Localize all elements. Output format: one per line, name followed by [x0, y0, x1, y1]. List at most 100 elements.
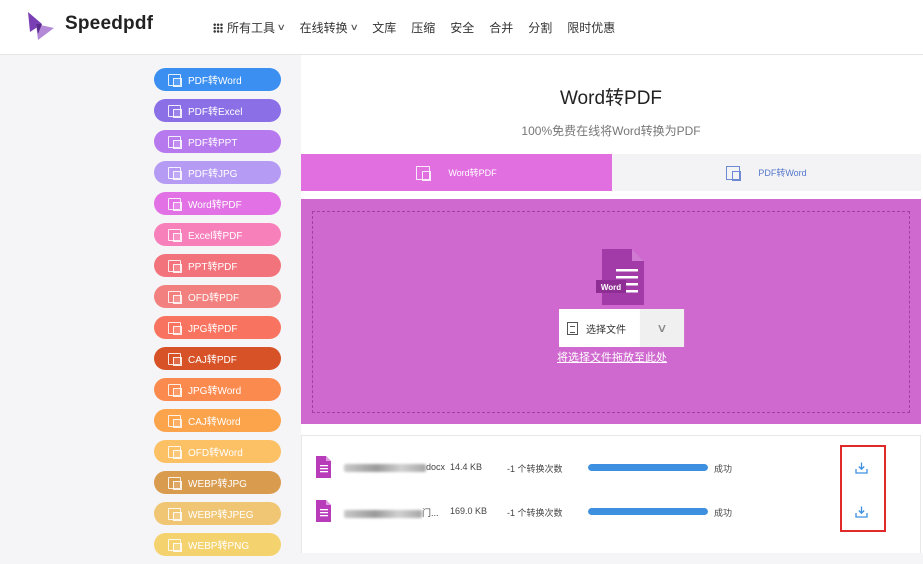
sidebar-item-label: JPG转Word: [188, 386, 242, 397]
brand-name[interactable]: Speedpdf: [65, 13, 153, 35]
top-header: Speedpdf 所有工具 ∨ 在线转换 ∨ 文库 压缩 安全 合并 分割 限时…: [0, 0, 923, 55]
tool-sidebar: PDF转Word PDF转Excel PDF转PPT PDF转JPG Word转PDF E…: [154, 68, 281, 564]
sidebar-item-pdf-excel[interactable]: PDF转Excel: [154, 99, 281, 122]
file-row: docx 14.4 KB -1 个转换次数 成功: [302, 454, 922, 484]
sidebar-item-label: PDF转Word: [188, 76, 242, 87]
tab-word-to-pdf[interactable]: Word转PDF: [301, 154, 612, 191]
nav-compress[interactable]: 压缩: [411, 19, 435, 36]
nav-label: 压缩: [411, 21, 436, 35]
convert-icon: [168, 352, 182, 366]
tab-label: Word转PDF: [448, 168, 497, 178]
tab-label: PDF转Word: [758, 168, 807, 178]
nav-limited-offer[interactable]: 限时优惠: [567, 19, 615, 36]
convert-icon: [726, 165, 742, 181]
page-title: Word转PDF: [559, 88, 663, 109]
upload-dropzone[interactable]: Word 选择文件 ∨ 将选择文件拖放至此处: [301, 199, 921, 424]
progress-bar: [588, 508, 708, 515]
word-icon-label: Word: [601, 283, 621, 292]
convert-icon: [416, 165, 432, 181]
sidebar-item-pdf-word[interactable]: PDF转Word: [154, 68, 281, 91]
progress-fill: [588, 508, 708, 515]
conversion-cost: -1 个转换次数: [507, 464, 563, 474]
convert-icon: [168, 290, 182, 304]
progress-fill: [588, 464, 708, 471]
sidebar-item-label: PDF转PPT: [188, 138, 238, 149]
sidebar-item-label: JPG转PDF: [188, 324, 238, 335]
sidebar-item-pdf-jpg[interactable]: PDF转JPG: [154, 161, 281, 184]
page-subtitle: 100%免费在线将Word转换为PDF: [521, 124, 701, 138]
sidebar-item-label: Word转PDF: [188, 200, 242, 211]
speedpdf-logo-icon[interactable]: [24, 10, 56, 42]
file-name: docx: [344, 462, 445, 472]
sidebar-item-label: WEBP转PNG: [188, 541, 250, 552]
tab-pdf-to-word[interactable]: PDF转Word: [612, 154, 921, 191]
nav-online-convert[interactable]: 在线转换 ∨: [299, 19, 359, 36]
convert-icon: [168, 104, 182, 118]
chevron-down-icon: ∨: [349, 22, 359, 32]
sidebar-item-ofd-word[interactable]: OFD转Word: [154, 440, 281, 463]
nav-library[interactable]: 文库: [372, 19, 396, 36]
nav-label: 安全: [450, 21, 475, 35]
select-file-button[interactable]: 选择文件: [559, 309, 645, 347]
sidebar-item-label: OFD转PDF: [188, 293, 240, 304]
convert-icon: [168, 321, 182, 335]
convert-icon: [168, 228, 182, 242]
sidebar-item-jpg-pdf[interactable]: JPG转PDF: [154, 316, 281, 339]
file-list: docx 14.4 KB -1 个转换次数 成功 门... 169.0 KB -1 个转换次…: [301, 435, 921, 553]
nav-label: 所有工具: [227, 21, 276, 35]
sidebar-item-caj-pdf[interactable]: CAJ转PDF: [154, 347, 281, 370]
sidebar-item-label: PPT转PDF: [188, 262, 238, 273]
main-panel: Word转PDF 100%免费在线将Word转换为PDF Word转PDF PD…: [301, 55, 923, 553]
conversion-cost: -1 个转换次数: [507, 508, 563, 518]
select-source-dropdown[interactable]: ∨: [639, 309, 685, 347]
blurred-filename: [344, 463, 426, 472]
chevron-down-icon: ∨: [656, 321, 668, 335]
convert-icon: [168, 383, 182, 397]
convert-icon: [168, 445, 182, 459]
sidebar-item-label: PDF转JPG: [188, 169, 238, 180]
file-size: 14.4 KB: [450, 462, 483, 472]
nav-label: 分割: [528, 21, 553, 35]
sidebar-item-excel-pdf[interactable]: Excel转PDF: [154, 223, 281, 246]
file-name-text: docx: [426, 462, 446, 472]
file-name-text: 门...: [422, 508, 439, 518]
sidebar-item-label: WEBP转JPG: [188, 479, 247, 490]
nav-label: 文库: [372, 21, 397, 35]
nav-security[interactable]: 安全: [450, 19, 474, 36]
document-icon: [567, 321, 578, 335]
blurred-filename: [344, 509, 422, 518]
file-row: 门... 169.0 KB -1 个转换次数 成功: [302, 498, 922, 528]
download-highlight-box: [840, 445, 886, 532]
sidebar-item-webp-jpeg[interactable]: WEBP转JPEG: [154, 502, 281, 525]
file-name: 门...: [344, 506, 439, 519]
nav-merge[interactable]: 合并: [489, 19, 513, 36]
convert-icon: [168, 476, 182, 490]
select-file-label: 选择文件: [586, 324, 626, 336]
sidebar-item-webp-jpg[interactable]: WEBP转JPG: [154, 471, 281, 494]
nav-label: 限时优惠: [567, 21, 616, 35]
sidebar-item-caj-word[interactable]: CAJ转Word: [154, 409, 281, 432]
drop-hint[interactable]: 将选择文件拖放至此处: [313, 349, 911, 365]
sidebar-item-pdf-ppt[interactable]: PDF转PPT: [154, 130, 281, 153]
sidebar-item-jpg-word[interactable]: JPG转Word: [154, 378, 281, 401]
convert-icon: [168, 166, 182, 180]
convert-icon: [168, 414, 182, 428]
sidebar-item-label: CAJ转Word: [188, 417, 241, 428]
sidebar-item-label: Excel转PDF: [188, 231, 243, 242]
sidebar-item-label: PDF转Excel: [188, 107, 243, 118]
file-size: 169.0 KB: [450, 506, 488, 516]
progress-bar: [588, 464, 708, 471]
sidebar-item-word-pdf[interactable]: Word转PDF: [154, 192, 281, 215]
sidebar-item-ppt-pdf[interactable]: PPT转PDF: [154, 254, 281, 277]
main-nav: 所有工具 ∨ 在线转换 ∨ 文库 压缩 安全 合并 分割 限时优惠: [213, 0, 630, 55]
convert-icon: [168, 538, 182, 552]
sidebar-item-ofd-pdf[interactable]: OFD转PDF: [154, 285, 281, 308]
sidebar-item-label: CAJ转PDF: [188, 355, 237, 366]
nav-label: 在线转换: [299, 21, 348, 35]
status-text: 成功: [714, 508, 733, 518]
select-file-control: 选择文件 ∨: [559, 309, 685, 347]
sidebar-item-label: OFD转Word: [188, 448, 243, 459]
nav-all-tools[interactable]: 所有工具 ∨: [213, 19, 286, 36]
nav-split[interactable]: 分割: [528, 19, 552, 36]
word-file-icon: Word: [596, 249, 644, 305]
